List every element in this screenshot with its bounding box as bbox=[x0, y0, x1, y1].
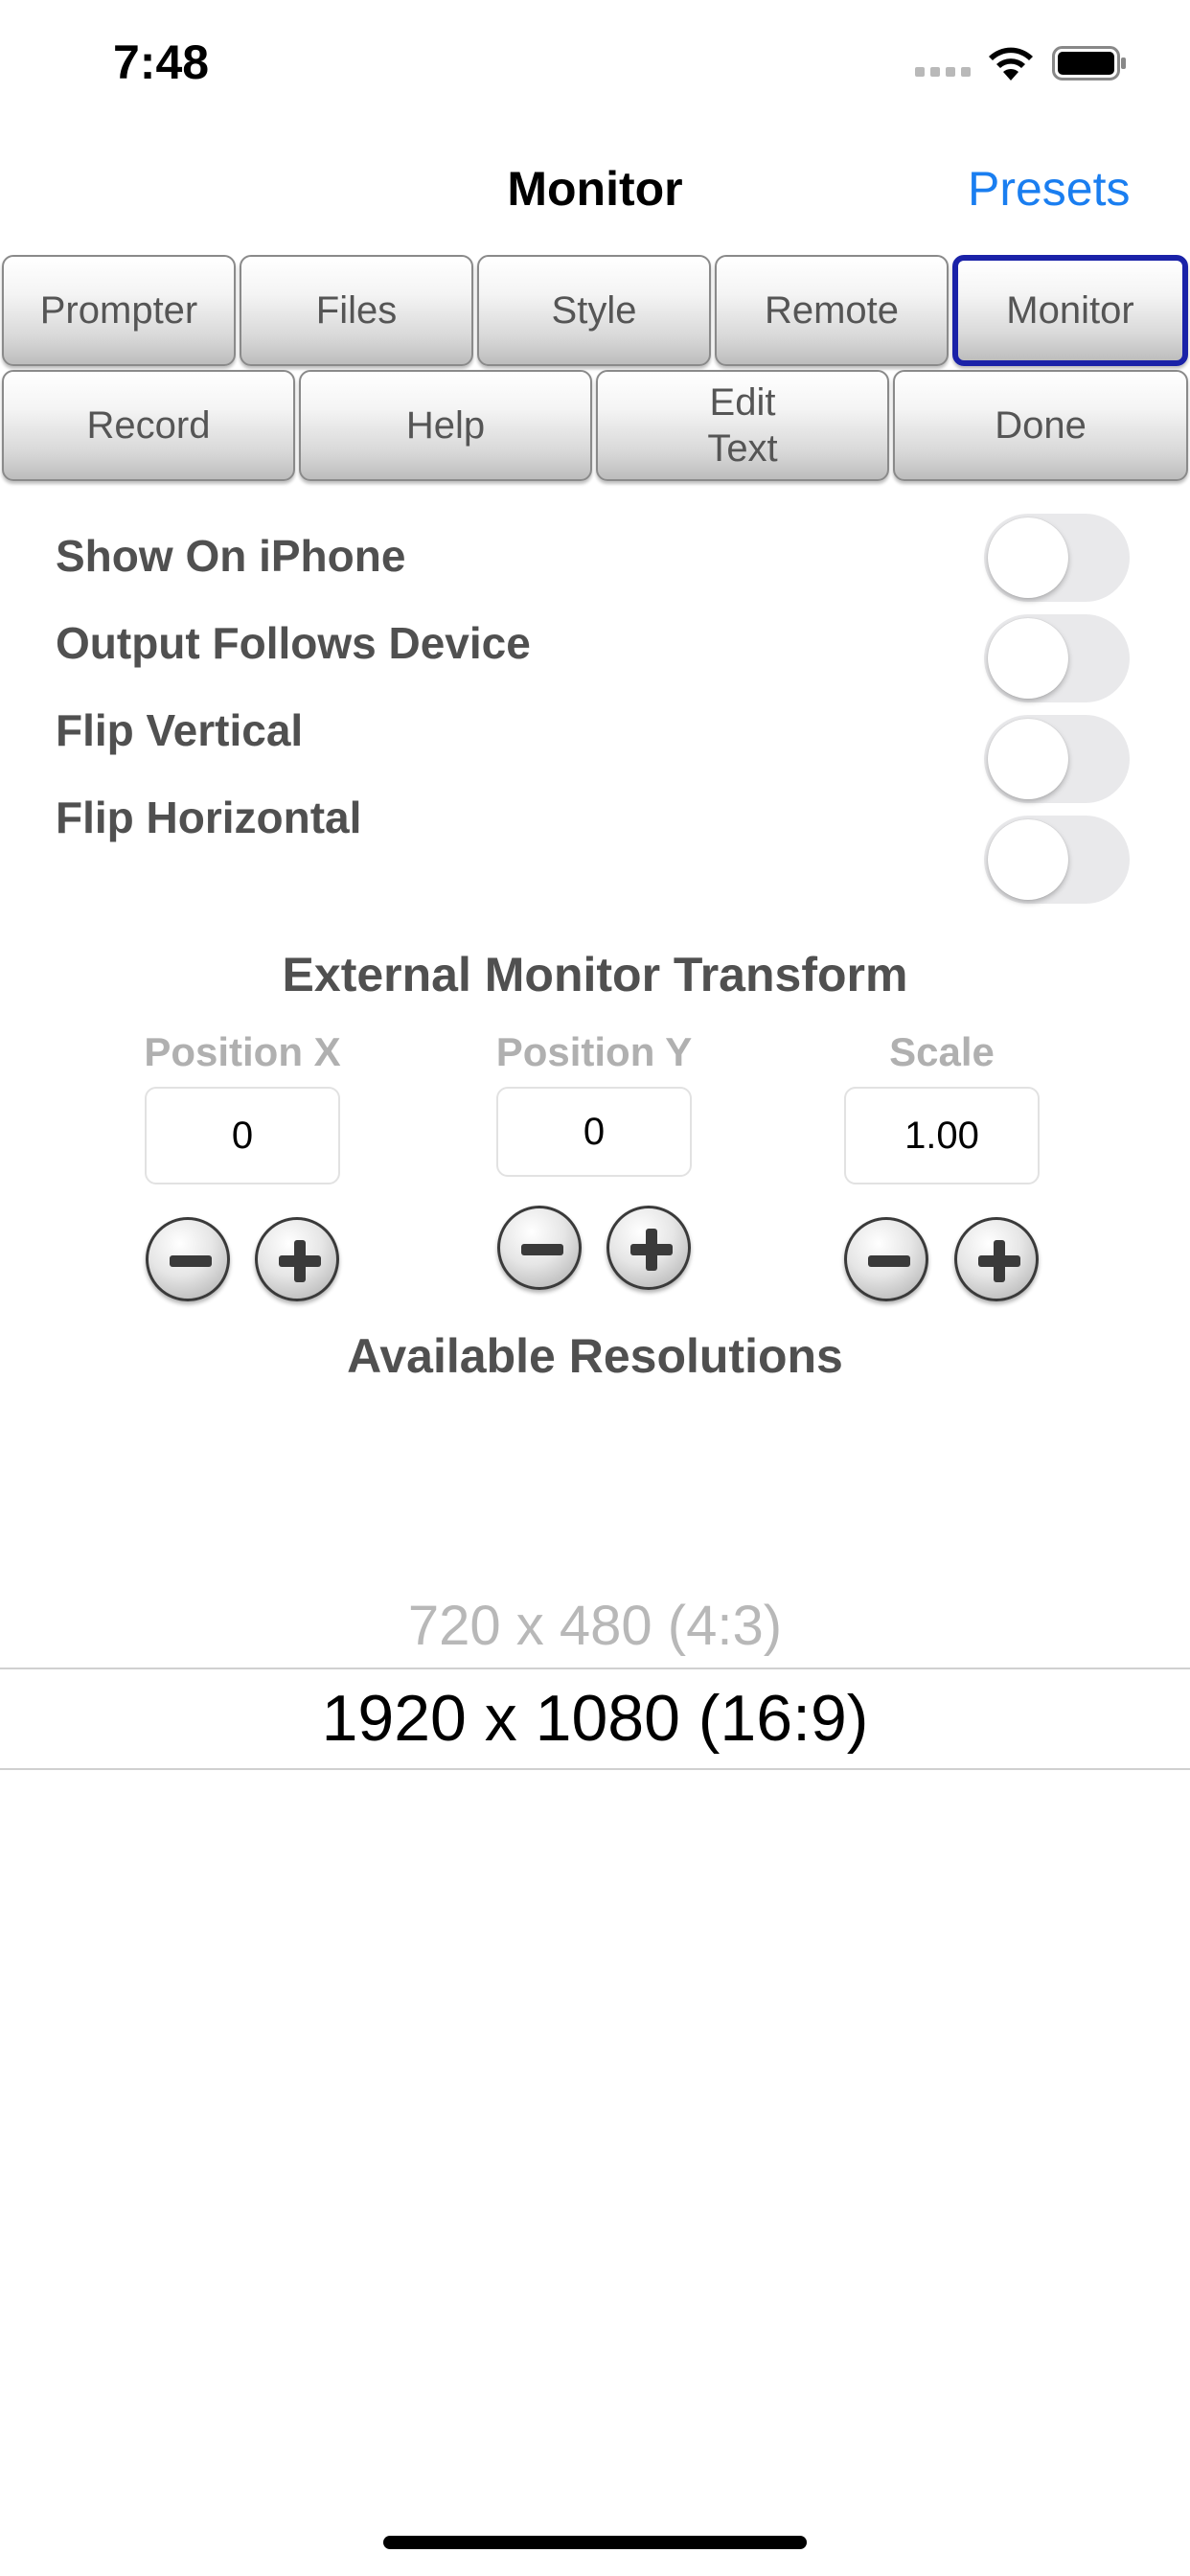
status-time: 7:48 bbox=[113, 35, 210, 89]
switch-knob bbox=[988, 518, 1068, 598]
flip-horizontal-switch[interactable] bbox=[984, 816, 1130, 904]
switch-knob bbox=[988, 819, 1068, 900]
output-follows-device-switch[interactable] bbox=[984, 614, 1130, 702]
tab-edit-text[interactable]: Edit Text bbox=[596, 370, 889, 481]
plus-icon bbox=[279, 1240, 321, 1282]
position-x-plus-button[interactable] bbox=[255, 1217, 339, 1301]
transform-title: External Monitor Transform bbox=[282, 948, 908, 1001]
cellular-signal-icon bbox=[915, 67, 973, 79]
tab-remote[interactable]: Remote bbox=[715, 255, 949, 366]
tab-record[interactable]: Record bbox=[2, 370, 295, 481]
tab-done[interactable]: Done bbox=[893, 370, 1188, 481]
scale-minus-button[interactable] bbox=[844, 1217, 928, 1301]
scale-plus-button[interactable] bbox=[954, 1217, 1039, 1301]
position-y-field[interactable]: 0 bbox=[496, 1087, 692, 1177]
minus-icon bbox=[170, 1255, 212, 1267]
switch-knob bbox=[988, 719, 1068, 799]
flip-horizontal-label: Flip Horizontal bbox=[56, 793, 362, 842]
position-y-label: Position Y bbox=[495, 1029, 693, 1074]
minus-icon bbox=[868, 1255, 910, 1267]
position-x-label: Position X bbox=[144, 1029, 341, 1074]
resolution-option-selected[interactable]: 1920 x 1080 (16:9) bbox=[0, 1681, 1190, 1756]
position-x-minus-button[interactable] bbox=[146, 1217, 230, 1301]
plus-icon bbox=[978, 1240, 1020, 1282]
scale-field[interactable]: 1.00 bbox=[844, 1087, 1040, 1184]
tab-edit-text-label: Edit Text bbox=[707, 381, 778, 470]
switch-knob bbox=[988, 618, 1068, 699]
show-on-iphone-switch[interactable] bbox=[984, 514, 1130, 602]
flip-vertical-label: Flip Vertical bbox=[56, 705, 304, 755]
output-follows-device-label: Output Follows Device bbox=[56, 618, 531, 668]
scale-label: Scale bbox=[889, 1029, 995, 1074]
tab-monitor[interactable]: Monitor bbox=[952, 255, 1188, 366]
resolution-option[interactable]: 720 x 480 (4:3) bbox=[0, 1594, 1190, 1658]
tab-prompter[interactable]: Prompter bbox=[2, 255, 236, 366]
tab-style[interactable]: Style bbox=[477, 255, 711, 366]
show-on-iphone-label: Show On iPhone bbox=[56, 531, 406, 581]
presets-button[interactable]: Presets bbox=[968, 161, 1131, 217]
home-indicator bbox=[383, 2536, 807, 2549]
flip-vertical-switch[interactable] bbox=[984, 715, 1130, 803]
minus-icon bbox=[521, 1244, 563, 1255]
resolutions-title: Available Resolutions bbox=[347, 1329, 843, 1383]
plus-icon bbox=[630, 1229, 673, 1271]
tab-help[interactable]: Help bbox=[299, 370, 592, 481]
battery-icon bbox=[1052, 46, 1127, 80]
tab-files[interactable]: Files bbox=[240, 255, 473, 366]
picker-divider bbox=[0, 1768, 1190, 1770]
position-x-field[interactable]: 0 bbox=[145, 1087, 340, 1184]
position-y-plus-button[interactable] bbox=[606, 1206, 691, 1290]
position-y-minus-button[interactable] bbox=[497, 1206, 582, 1290]
wifi-icon bbox=[985, 42, 1037, 82]
picker-divider bbox=[0, 1668, 1190, 1669]
